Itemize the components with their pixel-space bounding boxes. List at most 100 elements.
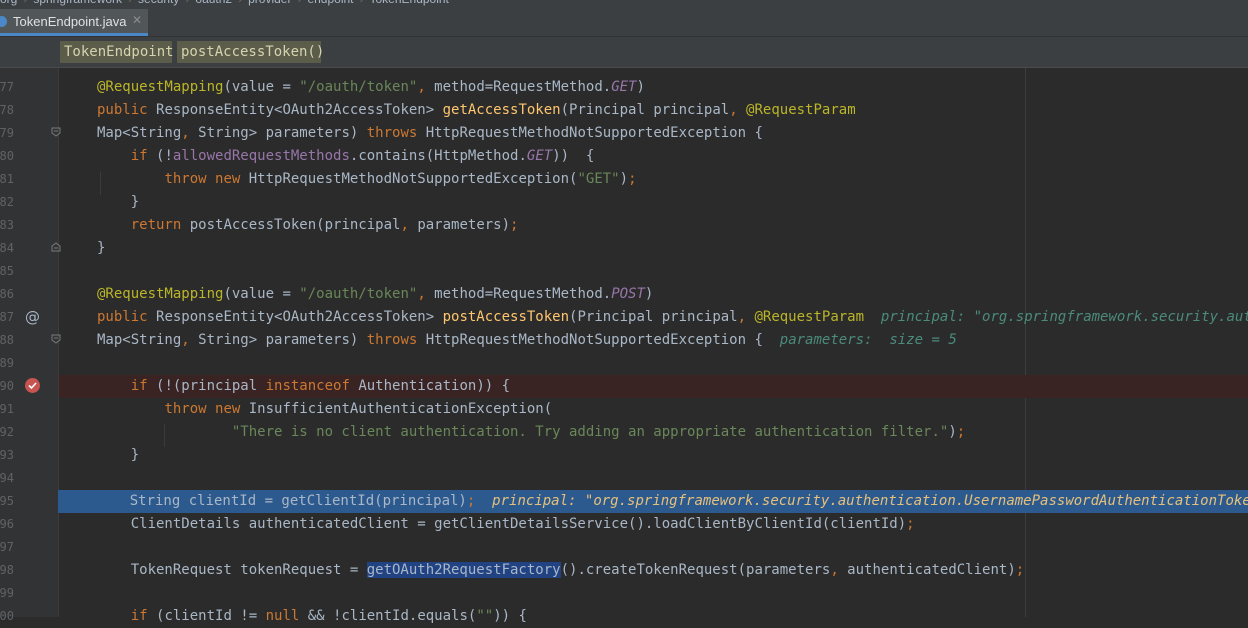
code-token: , — [181, 125, 199, 141]
overrides-at-icon[interactable]: @ — [24, 308, 41, 325]
breadcrumb-item[interactable]: provider — [248, 0, 291, 6]
code-token: ClientDetails authenticatedClient = getC… — [97, 516, 907, 532]
line-number: 88 — [0, 333, 14, 347]
method-crumb[interactable]: postAccessToken() — [177, 41, 324, 63]
code-line[interactable]: Map<String, String> parameters) throws H… — [59, 122, 1248, 145]
code-token: ResponseEntity<OAuth2AccessToken> — [156, 309, 443, 325]
code-token: ) — [948, 424, 957, 440]
code-line[interactable]: public ResponseEntity<OAuth2AccessToken>… — [59, 306, 1248, 329]
fold-icon[interactable] — [51, 334, 61, 344]
breadcrumb-item[interactable]: security — [138, 0, 179, 6]
code-token: , — [417, 286, 435, 302]
svg-text:@: @ — [25, 308, 40, 325]
code-token: ) — [644, 286, 654, 302]
line-number: 98 — [0, 563, 14, 577]
breadcrumb-item[interactable]: springframework — [33, 0, 122, 6]
breadcrumb-separator: › — [23, 0, 27, 6]
code-token: } — [97, 194, 140, 210]
code-token: , — [417, 79, 435, 95]
code-line[interactable]: @RequestMapping(value = "/oauth/token", … — [59, 283, 1248, 306]
code-line[interactable]: TokenRequest tokenRequest = getOAuth2Req… — [59, 559, 1248, 582]
code-token: if — [130, 608, 157, 624]
indent-guide — [100, 172, 101, 195]
code-token: if — [130, 378, 157, 394]
fold-icon[interactable] — [51, 127, 61, 137]
code-token: Map<String — [97, 332, 182, 348]
code-line[interactable] — [59, 467, 1248, 490]
breadcrumb-item[interactable]: endpoint — [307, 0, 353, 6]
code-line[interactable]: } — [59, 237, 1248, 260]
code-token: throws — [366, 125, 426, 141]
breakpoint-icon[interactable] — [24, 377, 41, 394]
java-class-icon — [0, 16, 7, 27]
line-number: 86 — [0, 287, 14, 301]
code-line[interactable]: throw new InsufficientAuthenticationExce… — [59, 398, 1248, 421]
code-token: , — [830, 562, 848, 578]
code-line[interactable]: public ResponseEntity<OAuth2AccessToken>… — [59, 99, 1248, 122]
code-token: String clientId = getClientId(principal) — [96, 493, 467, 509]
line-number: 95 — [0, 494, 14, 508]
code-token: , — [737, 309, 755, 325]
code-line[interactable]: throw new HttpRequestMethodNotSupportedE… — [59, 168, 1248, 191]
code-line[interactable] — [59, 582, 1248, 605]
code-line[interactable] — [59, 260, 1248, 283]
code-line[interactable]: Map<String, String> parameters) throws H… — [59, 329, 1248, 352]
breadcrumb-item[interactable]: org — [0, 0, 17, 6]
code-line[interactable]: if (!(principal instanceof Authenticatio… — [59, 375, 1248, 398]
code-token: ResponseEntity<OAuth2AccessToken> — [156, 102, 443, 118]
class-crumb[interactable]: TokenEndpoint — [60, 41, 174, 63]
code-token: "/oauth/token" — [299, 79, 418, 95]
code-token: throw new — [164, 401, 249, 417]
line-number: 79 — [0, 126, 14, 140]
code-token: (!(principal — [156, 378, 266, 394]
breadcrumb-item[interactable]: oauth2 — [195, 0, 232, 6]
fold-end-icon[interactable] — [51, 242, 61, 252]
close-icon[interactable]: ✕ — [132, 13, 142, 27]
code-line[interactable]: @RequestMapping(value = "/oauth/token", … — [59, 76, 1248, 99]
line-number: 80 — [0, 149, 14, 163]
code-token: instanceof — [265, 378, 359, 394]
code-line[interactable] — [59, 536, 1248, 559]
breadcrumb: org › springframework › security › oauth2 › prov… — [0, 0, 1248, 9]
line-number: 94 — [0, 471, 14, 485]
code-line[interactable]: String clientId = getClientId(principal)… — [58, 490, 1248, 513]
line-number: 92 — [0, 425, 14, 439]
line-number: 87 — [0, 310, 14, 324]
code-token: allowedRequestMethods — [172, 148, 350, 164]
code-token: postAccessToken — [442, 309, 570, 325]
code-token: TokenRequest tokenRequest = — [97, 562, 367, 578]
code-line[interactable]: } — [59, 444, 1248, 467]
code-token: throw new — [164, 171, 249, 187]
code-token: String> parameters) — [198, 125, 367, 141]
code-token: authenticatedClient) — [847, 562, 1016, 578]
code-line[interactable]: return postAccessToken(principal, parame… — [59, 214, 1248, 237]
code-line[interactable] — [59, 352, 1248, 375]
code-token: ().createTokenRequest(parameters — [560, 562, 831, 578]
editor-tab-tokenendpoint[interactable]: TokenEndpoint.java ✕ — [0, 9, 148, 36]
code-token: ; — [510, 217, 519, 233]
code-token: GET — [526, 148, 553, 164]
code-token: method=RequestMethod. — [434, 79, 612, 95]
code-token: InsufficientAuthenticationException( — [248, 401, 553, 417]
code-token: "There is no client authentication. Try … — [231, 424, 949, 440]
code-line[interactable]: } — [59, 191, 1248, 214]
code-token: if — [130, 148, 157, 164]
code-line[interactable]: ClientDetails authenticatedClient = getC… — [59, 513, 1248, 536]
breadcrumb-separator: › — [238, 0, 242, 6]
code-line[interactable]: if (!allowedRequestMethods.contains(Http… — [59, 145, 1248, 168]
code-token: "/oauth/token" — [299, 286, 418, 302]
breadcrumb-separator: › — [185, 0, 189, 6]
code-token: ) — [636, 79, 645, 95]
code-line[interactable]: "There is no client authentication. Try … — [59, 421, 1248, 444]
code-token: null — [265, 608, 308, 624]
navigation-bar: TokenEndpoint postAccessToken() — [0, 37, 1248, 68]
editor-tab-bar: TokenEndpoint.java ✕ — [0, 9, 1248, 37]
breadcrumb-item[interactable]: TokenEndpoint — [370, 0, 449, 6]
